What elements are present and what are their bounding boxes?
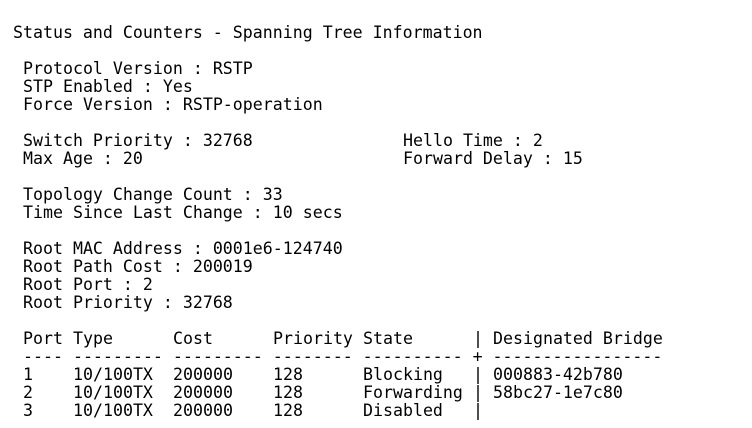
cell-type: 10/100TX [73,401,153,420]
column-header-designated-bridge: Designated Bridge [493,329,663,348]
root-port: Root Port : 2 [23,275,153,294]
table-row: 2 10/100TX 200000 128 Forwarding | 58bc2… [0,384,752,402]
column-separator: | [473,383,483,402]
cell-state: Disabled [363,401,443,420]
cell-cost: 200000 [173,383,233,402]
cell-cost: 200000 [173,401,233,420]
forward-delay: Forward Delay : 15 [403,149,583,168]
cell-state: Forwarding [363,383,463,402]
cell-port: 3 [23,401,33,420]
cell-designated-bridge: 000883-42b780 [493,365,623,384]
cell-type: 10/100TX [73,383,153,402]
page-title: Status and Counters - Spanning Tree Info… [13,23,483,42]
cell-type: 10/100TX [73,365,153,384]
max-age: Max Age : 20 [23,149,143,168]
port-table-header: Port Type Cost Priority State | Designat… [0,330,752,348]
cell-port: 1 [23,365,33,384]
port-table-divider: ---- --------- --------- -------- ------… [23,347,663,366]
stp-enabled: STP Enabled : Yes [23,77,193,96]
cell-designated-bridge: 58bc27-1e7c80 [493,383,623,402]
cell-priority: 128 [273,365,303,384]
topology-change-count: Topology Change Count : 33 [23,185,283,204]
column-header-port: Port [23,329,63,348]
switch-priority: Switch Priority : 32768 [23,131,253,150]
column-separator: | [473,401,483,420]
column-header-cost: Cost [173,329,213,348]
root-priority: Root Priority : 32768 [23,293,233,312]
terminal-screen: Status and Counters - Spanning Tree Info… [0,0,752,428]
cell-priority: 128 [273,401,303,420]
root-path-cost: Root Path Cost : 200019 [23,257,253,276]
protocol-version: Protocol Version : RSTP [23,59,253,78]
force-version: Force Version : RSTP-operation [23,95,323,114]
column-header-state: State [363,329,413,348]
root-mac-address: Root MAC Address : 0001e6-124740 [23,239,343,258]
cell-cost: 200000 [173,365,233,384]
column-separator: | [473,365,483,384]
time-since-last-change: Time Since Last Change : 10 secs [23,203,343,222]
hello-time: Hello Time : 2 [403,131,543,150]
column-separator: | [473,329,483,348]
column-header-priority: Priority [273,329,353,348]
cell-state: Blocking [363,365,443,384]
cell-port: 2 [23,383,33,402]
table-row: 3 10/100TX 200000 128 Disabled | [0,402,752,420]
cell-priority: 128 [273,383,303,402]
table-row: 1 10/100TX 200000 128 Blocking | 000883-… [0,366,752,384]
column-header-type: Type [73,329,113,348]
